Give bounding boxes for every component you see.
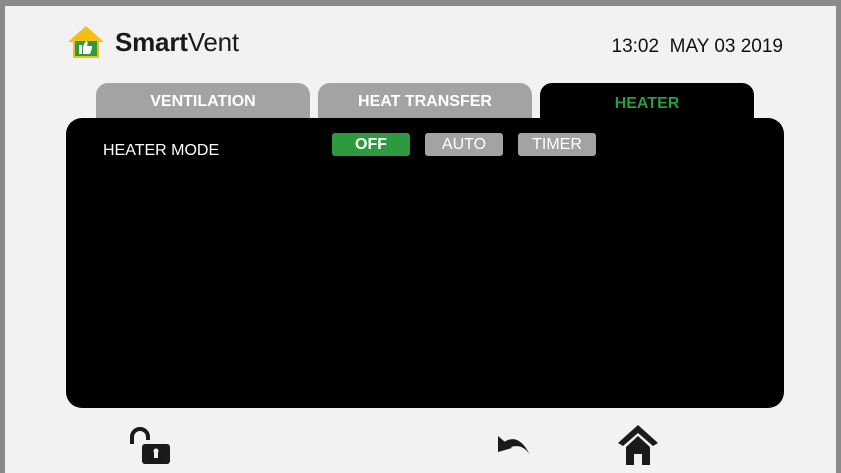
brand-bold: Smart xyxy=(115,26,188,57)
mode-auto-label: AUTO xyxy=(441,135,487,153)
heater-mode-label: HEATER MODE xyxy=(103,142,220,159)
unlock-icon[interactable] xyxy=(128,426,172,466)
home-icon[interactable] xyxy=(617,423,659,467)
mode-timer-button[interactable]: TIMER xyxy=(518,133,596,156)
mode-off-label: OFF xyxy=(355,135,387,153)
tab-label: HEATER xyxy=(614,95,680,112)
back-icon[interactable] xyxy=(494,430,534,460)
smartvent-logo: SmartVent xyxy=(67,25,239,59)
tab-label: HEAT TRANSFER xyxy=(358,93,492,110)
tab-label: VENTILATION xyxy=(150,93,256,110)
brand-name: SmartVent xyxy=(115,27,239,58)
tab-ventilation[interactable]: VENTILATION xyxy=(96,83,310,121)
screen: SmartVent 13:02 MAY 03 2019 VENTILATION … xyxy=(5,6,836,473)
brand-light: Vent xyxy=(187,26,239,57)
tab-heat-transfer[interactable]: HEAT TRANSFER xyxy=(318,83,532,121)
mode-auto-button[interactable]: AUTO xyxy=(425,133,503,156)
datetime-display: 13:02 MAY 03 2019 xyxy=(611,36,783,57)
mode-timer-label: TIMER xyxy=(532,135,582,153)
heater-panel: HEATER MODE OFF AUTO TIMER xyxy=(66,118,784,408)
house-thumbs-up-icon xyxy=(68,26,104,58)
mode-off-button[interactable]: OFF xyxy=(332,133,410,156)
